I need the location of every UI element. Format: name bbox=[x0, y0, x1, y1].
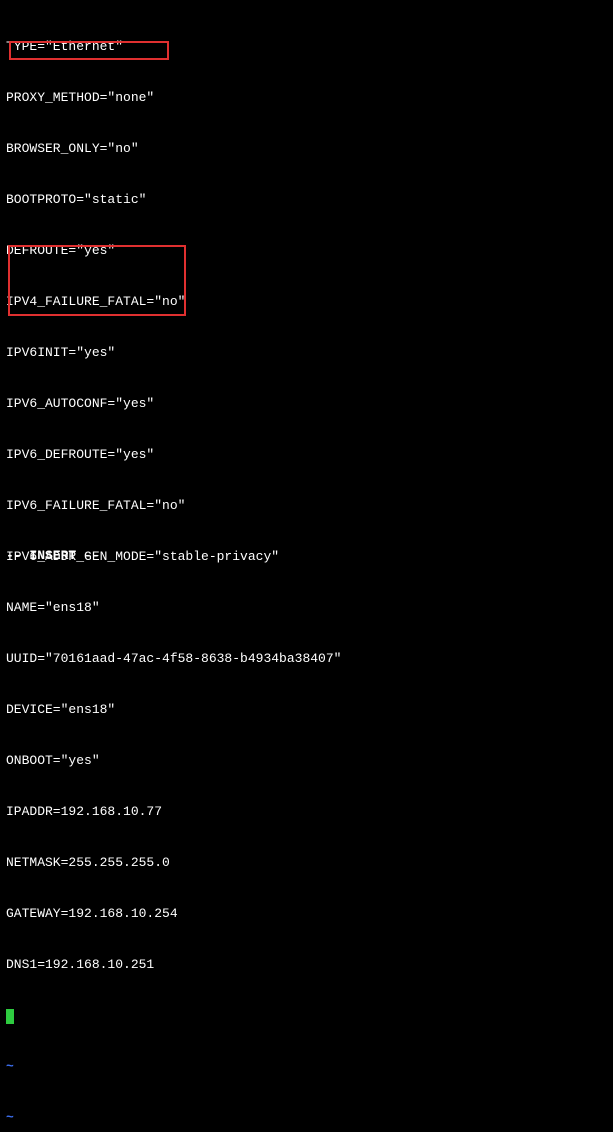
config-line: DNS1=192.168.10.251 bbox=[6, 956, 607, 973]
config-line: IPV6INIT="yes" bbox=[6, 344, 607, 361]
config-line: PROXY_METHOD="none" bbox=[6, 89, 607, 106]
config-line: GATEWAY=192.168.10.254 bbox=[6, 905, 607, 922]
config-line: IPV6_FAILURE_FATAL="no" bbox=[6, 497, 607, 514]
editor-area[interactable]: TYPE="Ethernet" PROXY_METHOD="none" BROW… bbox=[6, 4, 607, 1132]
cursor-icon bbox=[6, 1009, 14, 1024]
config-line: DEFROUTE="yes" bbox=[6, 242, 607, 259]
config-line: NAME="ens18" bbox=[6, 599, 607, 616]
empty-line-tilde: ~ bbox=[6, 1058, 607, 1075]
config-line: BOOTPROTO="static" bbox=[6, 191, 607, 208]
cursor-line bbox=[6, 1007, 607, 1024]
config-line: TYPE="Ethernet" bbox=[6, 38, 607, 55]
config-line: DEVICE="ens18" bbox=[6, 701, 607, 718]
config-line: UUID="70161aad-47ac-4f58-8638-b4934ba384… bbox=[6, 650, 607, 667]
config-line: IPV6_DEFROUTE="yes" bbox=[6, 446, 607, 463]
empty-line-tilde: ~ bbox=[6, 1109, 607, 1126]
config-line: IPV6_AUTOCONF="yes" bbox=[6, 395, 607, 412]
config-line: IPV4_FAILURE_FATAL="no" bbox=[6, 293, 607, 310]
config-line: BROWSER_ONLY="no" bbox=[6, 140, 607, 157]
vim-mode-status: -- INSERT -- bbox=[6, 547, 100, 564]
config-line: IPADDR=192.168.10.77 bbox=[6, 803, 607, 820]
config-line: NETMASK=255.255.255.0 bbox=[6, 854, 607, 871]
config-line: ONBOOT="yes" bbox=[6, 752, 607, 769]
